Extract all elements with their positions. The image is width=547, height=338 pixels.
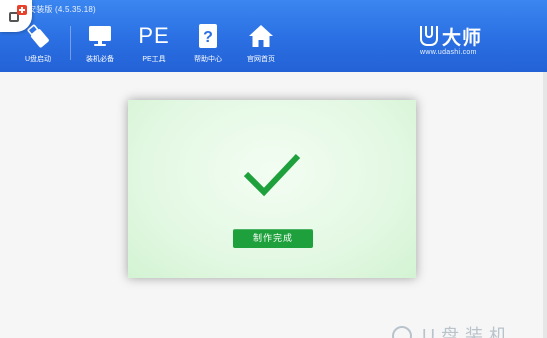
nav-label: 官网首页 [247,56,275,63]
main-content: 制作完成 [0,72,547,338]
window-title: 安装版 (4.5.35.18) [28,5,96,14]
u-logo-icon [420,26,438,46]
nav-label: U盘启动 [24,56,52,63]
home-icon [233,22,289,50]
nav-pe-tools[interactable]: PE PE工具 [126,22,182,68]
nav-label: 装机必备 [86,56,114,63]
nav-help-center[interactable]: ? 帮助中心 [180,22,236,68]
help-question-icon: ? [180,22,236,50]
top-toolbar: 安装版 (4.5.35.18) U盘启动 装机必备 PE PE工具 ? 帮助中心… [0,0,547,72]
pe-text-icon: PE [126,22,182,50]
nav-label: 帮助中心 [194,56,222,63]
monitor-icon [72,22,128,50]
complete-button[interactable]: 制作完成 [233,229,313,248]
brand-name: 大师 [442,26,483,49]
brand-url: www.udashi.com [420,49,477,56]
svg-text:?: ? [203,29,213,46]
pe-glyph: PE [138,23,170,48]
brand-logo: 大师 www.udashi.com [420,24,520,60]
nav-label: PE工具 [142,56,166,63]
app-badge[interactable] [0,0,32,32]
nav-home-page[interactable]: 官网首页 [233,22,289,68]
completion-dialog: 制作完成 [128,100,416,278]
scrollbar-track[interactable] [543,72,547,338]
checkmark-icon [240,150,304,205]
nav-essentials[interactable]: 装机必备 [72,22,128,68]
watermark: U盘装机 [392,326,513,338]
plus-icon [17,5,27,15]
watermark-text: U盘装机 [422,326,513,338]
app-window: 安装版 (4.5.35.18) U盘启动 装机必备 PE PE工具 ? 帮助中心… [0,0,547,338]
watermark-circle-icon [392,326,412,338]
nav-divider [70,26,71,60]
